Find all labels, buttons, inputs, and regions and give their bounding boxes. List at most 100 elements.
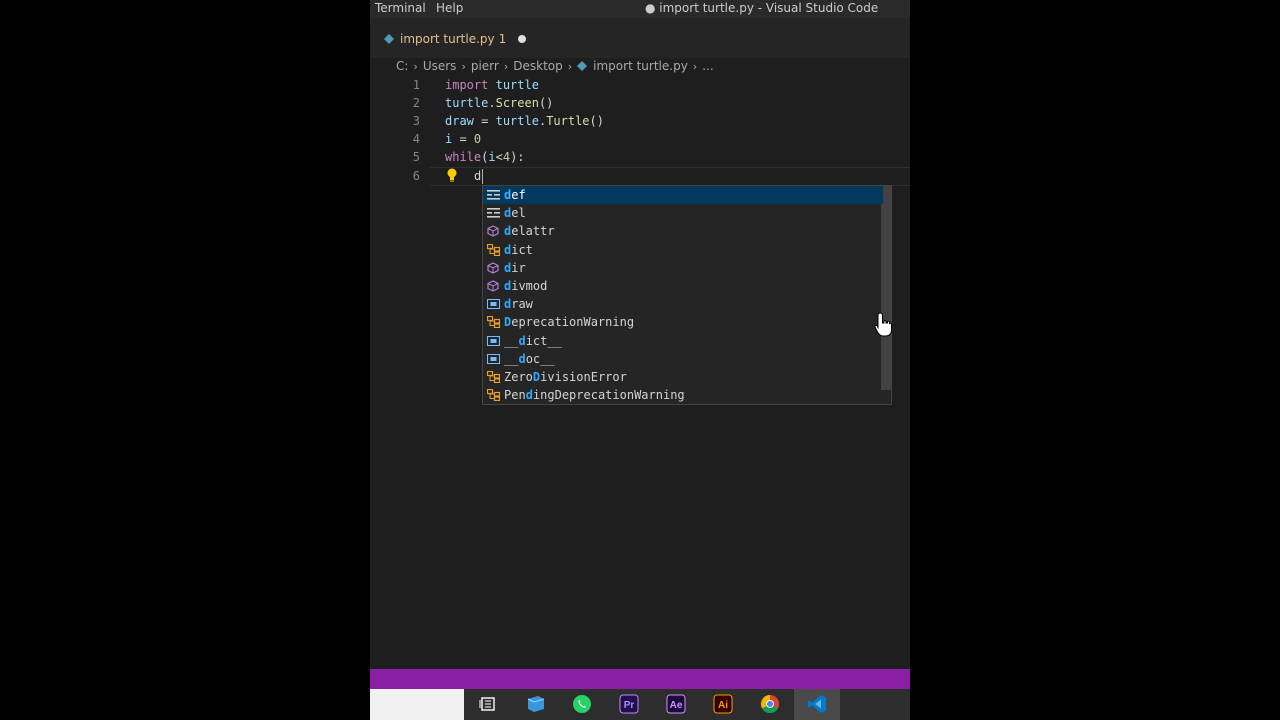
suggestion-item-delattr[interactable]: delattr (483, 222, 883, 240)
taskbar: Pr Ae Ai (370, 689, 910, 720)
suggestion-item-dir[interactable]: dir (483, 259, 883, 277)
suggestion-label-text: raw (511, 297, 533, 312)
suggestion-label: __dict__ (504, 334, 562, 348)
suggestion-label-text: el (511, 206, 526, 221)
breadcrumb-desktop[interactable]: Desktop (513, 59, 563, 73)
chrome-icon[interactable] (758, 693, 782, 715)
suggestion-item-divmod[interactable]: divmod (483, 277, 883, 295)
code-text: draw = turtle.Turtle() (445, 112, 604, 130)
code-text: turtle.Screen() (445, 94, 553, 112)
code-token: i (488, 150, 496, 164)
code-line[interactable]: 2 turtle.Screen() (370, 94, 910, 112)
taskbar-search-area[interactable] (370, 689, 464, 720)
python-file-icon (384, 34, 394, 44)
menu-help[interactable]: Help (436, 1, 463, 15)
breadcrumb-users[interactable]: Users (423, 59, 457, 73)
suggestion-label: del (504, 206, 526, 220)
tab-bar: import turtle.py 1 (370, 18, 910, 58)
chevron-right-icon: › (413, 59, 418, 73)
line-number: 4 (412, 132, 420, 146)
suggestion-label-text: ivisionError (540, 370, 627, 384)
current-line-highlight (430, 167, 910, 186)
suggestion-match: d (525, 388, 533, 403)
tab-import-turtle[interactable]: import turtle.py 1 (384, 28, 527, 50)
chevron-right-icon: › (461, 59, 466, 73)
unsaved-dot-icon[interactable] (518, 35, 527, 43)
suggestion-item-dict[interactable]: __dict__ (483, 332, 883, 350)
suggestion-item-pendingdeprecationwarning[interactable]: PendingDeprecationWarning (483, 386, 883, 404)
line-number: 5 (412, 150, 420, 164)
code-token: turtle (445, 96, 489, 110)
suggestion-label: divmod (504, 279, 547, 293)
class-icon (486, 371, 500, 383)
suggestion-label-text: Zero (504, 370, 533, 384)
code-token: turtle (495, 114, 539, 128)
suggestion-label-text: ir (511, 260, 526, 275)
code-text: while(i<4): (445, 148, 525, 166)
code-token: 4 (502, 150, 511, 164)
suggestion-label: PendingDeprecationWarning (504, 388, 685, 402)
keyword-icon (486, 189, 500, 201)
suggestion-label: draw (504, 297, 533, 311)
suggestion-label: def (504, 188, 526, 202)
problem-count-badge: 1 (498, 32, 507, 46)
suggestion-widget[interactable]: def del delattr dict dir divmod draw Deprecatio… (482, 185, 892, 405)
suggestion-label: dir (504, 261, 526, 275)
files-app-icon[interactable] (524, 693, 548, 715)
code-token: () (538, 96, 554, 110)
code-token: import (445, 78, 489, 92)
suggestion-item-zerodivisionerror[interactable]: ZeroDivisionError (483, 368, 883, 386)
method-icon (486, 262, 500, 274)
code-token: turtle (495, 78, 539, 92)
tab-label: import turtle.py (400, 32, 495, 46)
code-text: import turtle (445, 76, 539, 94)
typed-text: d (474, 169, 482, 183)
suggestion-item-deprecationwarning[interactable]: DeprecationWarning (483, 313, 883, 331)
code-token: = (452, 132, 474, 146)
text-cursor (482, 169, 483, 184)
whatsapp-icon[interactable] (570, 693, 594, 715)
breadcrumb-file-label: import turtle.py (593, 59, 688, 73)
code-token: = (473, 114, 496, 128)
suggestion-label-text: eprecationWarning (511, 315, 635, 330)
code-line[interactable]: 1 import turtle (370, 76, 910, 94)
svg-text:Ai: Ai (718, 700, 728, 711)
code-line[interactable]: 3 draw = turtle.Turtle() (370, 112, 910, 130)
after-effects-icon[interactable]: Ae (664, 693, 688, 715)
suggestion-label-text: ict (511, 242, 533, 257)
breadcrumb-user[interactable]: pierr (471, 59, 499, 73)
lightbulb-icon[interactable] (446, 168, 458, 182)
code-line[interactable]: 5 while(i<4): (370, 148, 910, 166)
class-icon (486, 389, 500, 402)
task-view-icon[interactable] (476, 693, 500, 715)
suggestion-item-draw[interactable]: draw (483, 295, 883, 313)
vscode-window: Terminal Help ● import turtle.py - Visua… (370, 0, 910, 720)
code-token: ): (510, 150, 525, 164)
menu-terminal[interactable]: Terminal (375, 1, 426, 15)
code-token: 0 (473, 132, 482, 146)
suggestion-label-text: __ (504, 351, 519, 366)
breadcrumb: C: › Users › pierr › Desktop › import tu… (396, 58, 714, 74)
breadcrumb-drive[interactable]: C: (396, 59, 408, 73)
suggestion-item-del[interactable]: del (483, 204, 883, 222)
breadcrumb-more[interactable]: ... (702, 59, 713, 73)
code-token: Screen (495, 96, 539, 110)
premiere-pro-icon[interactable]: Pr (617, 693, 641, 715)
suggestion-match: d (518, 351, 526, 366)
suggestion-label-text: ef (511, 188, 526, 202)
code-line[interactable]: 4 i = 0 (370, 130, 910, 148)
suggestion-item-def[interactable]: def (483, 186, 883, 204)
class-icon (486, 316, 500, 329)
illustrator-icon[interactable]: Ai (711, 693, 735, 715)
hand-pointer-icon (874, 312, 892, 337)
code-token: < (495, 150, 503, 164)
suggestion-item-doc[interactable]: __doc__ (483, 350, 883, 368)
suggestion-label: dict (504, 243, 533, 257)
line-number: 6 (412, 169, 420, 183)
suggestion-item-dict[interactable]: dict (483, 241, 883, 259)
variable-icon (486, 298, 500, 310)
breadcrumb-file[interactable]: import turtle.py (577, 59, 688, 73)
window-title: ● import turtle.py - Visual Studio Code (645, 1, 879, 15)
vscode-icon[interactable] (805, 693, 829, 715)
